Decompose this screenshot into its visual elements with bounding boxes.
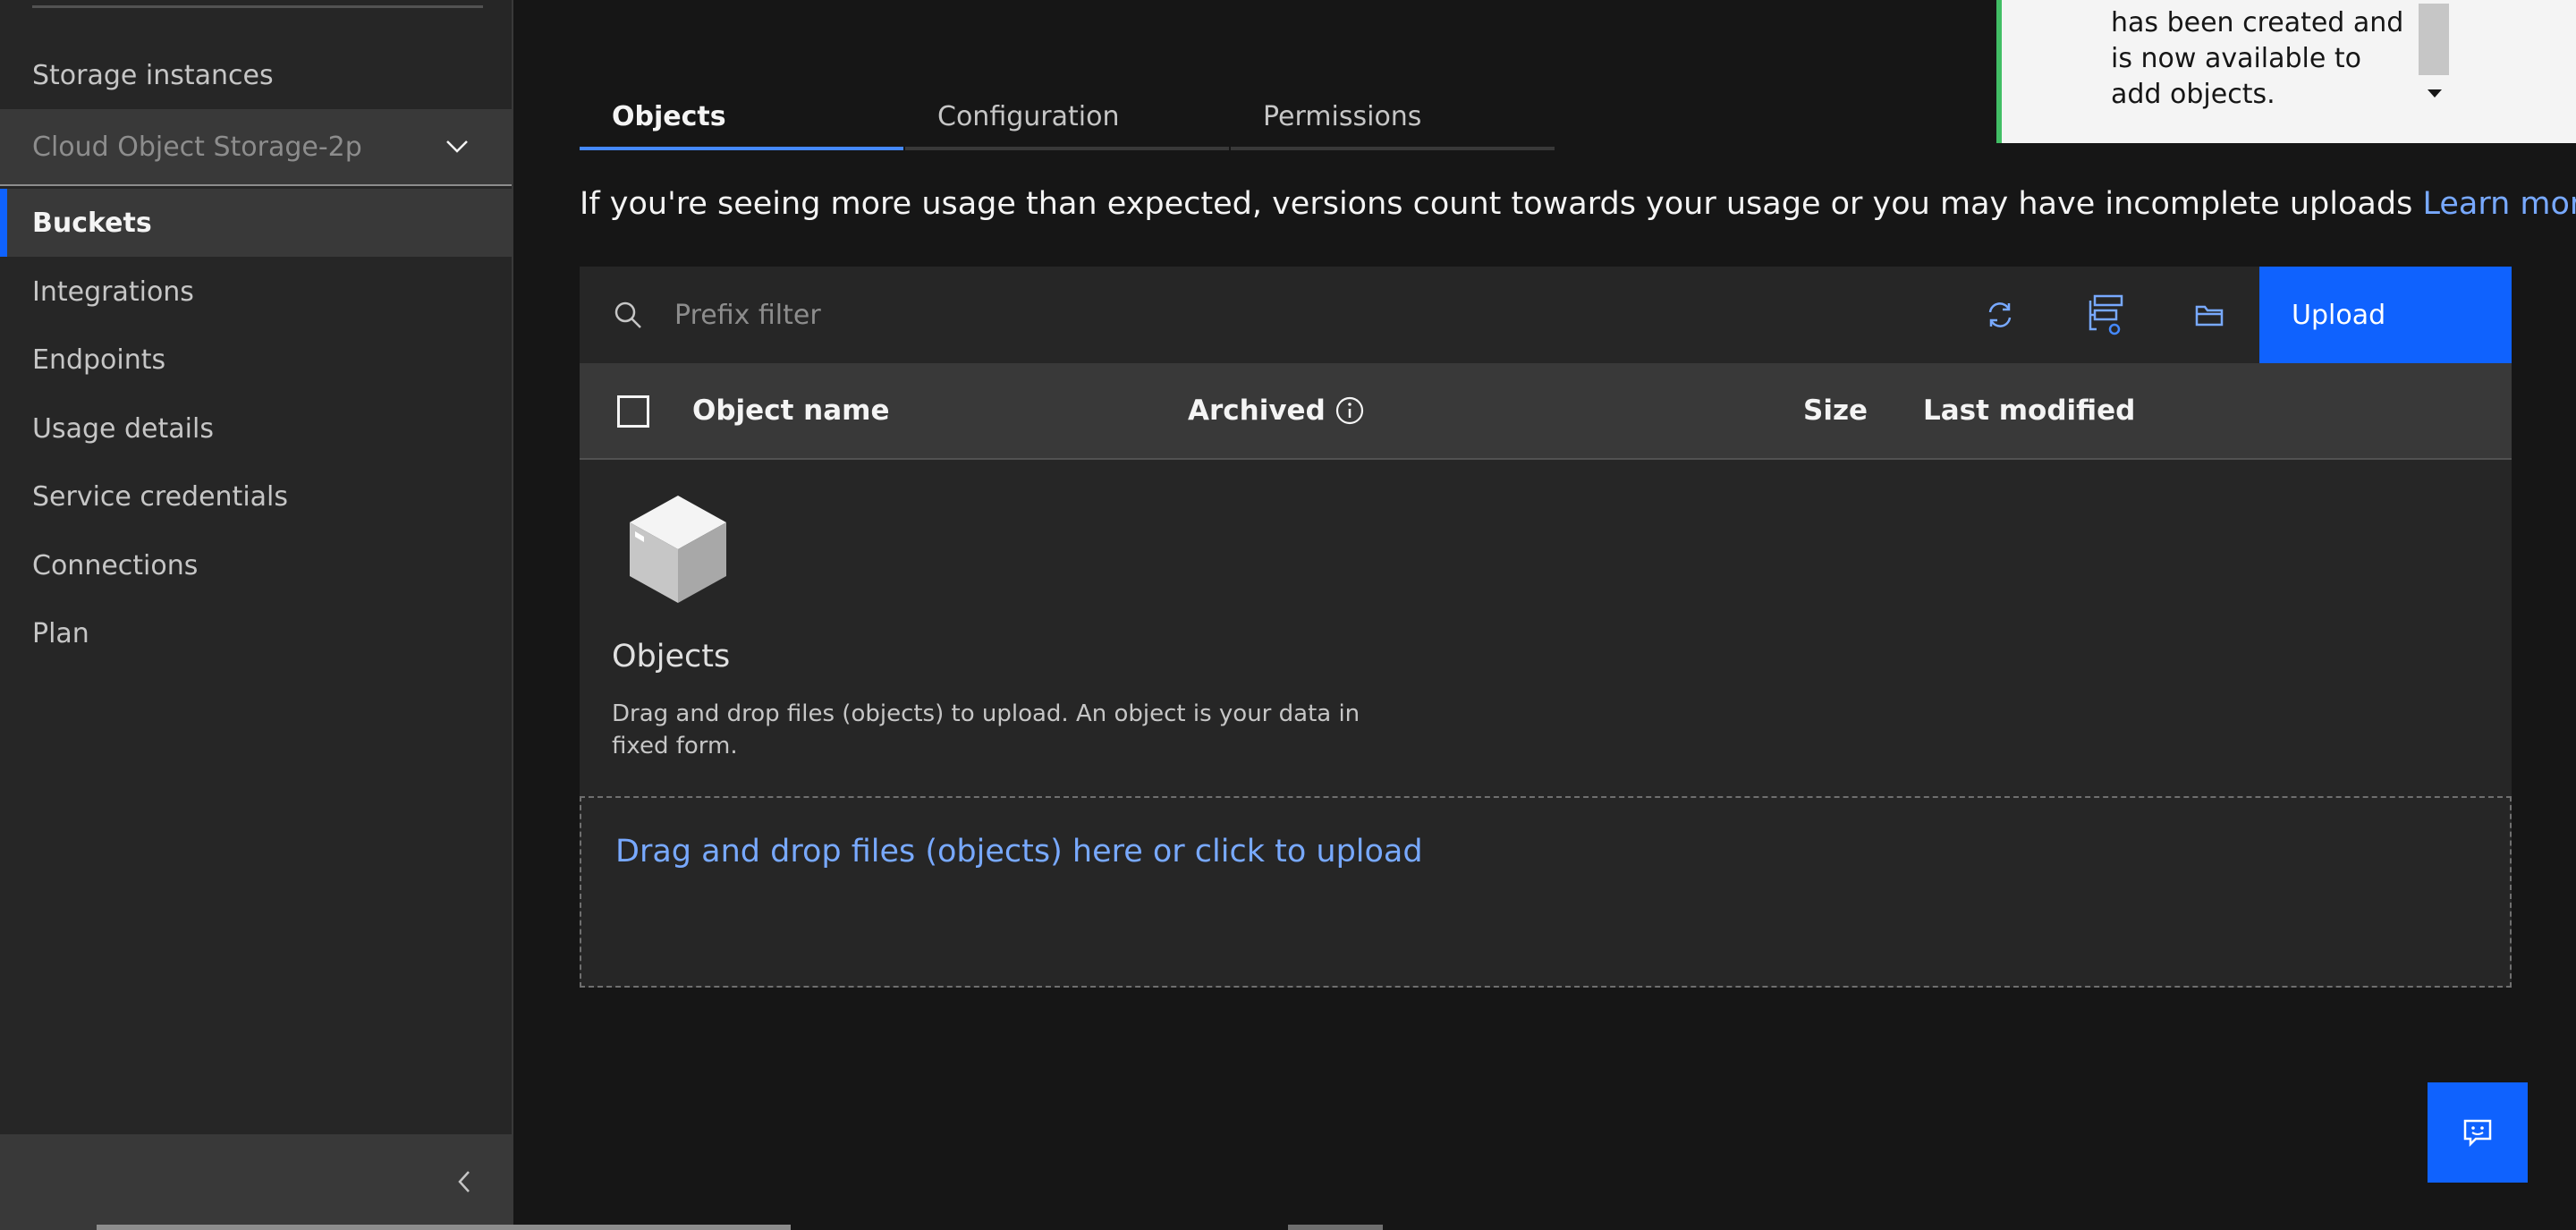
- empty-state: Objects Drag and drop files (objects) to…: [580, 460, 2512, 796]
- instance-selector-label: Cloud Object Storage-2p: [32, 131, 362, 163]
- sidebar-item-label: Integrations: [32, 276, 194, 308]
- sidebar-item-label: Usage details: [32, 412, 214, 445]
- sidebar-item-plan[interactable]: Plan: [0, 599, 512, 667]
- empty-state-description: Drag and drop files (objects) to upload.…: [612, 700, 1360, 759]
- upload-button[interactable]: Upload: [2259, 267, 2512, 363]
- sidebar-item-label: Connections: [32, 549, 199, 581]
- object-cube-icon: [630, 496, 726, 603]
- sidebar-item-integrations[interactable]: Integrations: [0, 258, 512, 326]
- tab-configuration[interactable]: Configuration: [905, 86, 1229, 150]
- sidebar-footer: [0, 1134, 512, 1230]
- tab-objects[interactable]: Objects: [580, 86, 903, 150]
- search-icon: [612, 299, 644, 331]
- active-indicator: [0, 189, 7, 257]
- column-header-label: Archived: [1188, 394, 1326, 427]
- folder-button[interactable]: [2182, 288, 2236, 342]
- chat-icon: [2463, 1119, 2492, 1148]
- notification-scrollbar[interactable]: [2419, 4, 2449, 107]
- upload-button-label: Upload: [2292, 299, 2386, 331]
- tab-label: Objects: [612, 100, 726, 132]
- scrollbar-thumb[interactable]: [2419, 4, 2449, 75]
- usage-info-message: If you're seeing more usage than expecte…: [580, 186, 2576, 222]
- learn-more-link[interactable]: Learn more: [2422, 186, 2576, 222]
- usage-info-text: If you're seeing more usage than expecte…: [580, 186, 2413, 222]
- column-header-object-name[interactable]: Object name: [692, 363, 890, 458]
- tree-view-icon: [2089, 294, 2123, 335]
- scroll-down-arrow-icon[interactable]: [2428, 89, 2442, 98]
- prefix-filter-input[interactable]: [674, 290, 1569, 340]
- sidebar-item-storage-instances[interactable]: Storage instances: [0, 41, 512, 109]
- column-header-label: Size: [1803, 394, 1868, 427]
- tab-permissions[interactable]: Permissions: [1231, 86, 1555, 150]
- column-header-archived[interactable]: Archived: [1188, 363, 1365, 458]
- object-tree-button[interactable]: [2077, 288, 2131, 342]
- refresh-icon: [1988, 302, 2012, 327]
- sidebar-item-service-credentials[interactable]: Service credentials: [0, 462, 512, 530]
- chevron-down-icon: [444, 133, 470, 160]
- sidebar-item-buckets[interactable]: Buckets: [0, 189, 512, 257]
- sidebar: Storage instances Cloud Object Storage-2…: [0, 0, 513, 1230]
- table-header: Object name Archived Size Last modified: [580, 363, 2512, 460]
- sidebar-item-label: Plan: [32, 617, 89, 649]
- upload-dropzone[interactable]: Drag and drop files (objects) here or cl…: [580, 796, 2512, 988]
- column-header-label: Object name: [692, 394, 890, 427]
- collapse-sidebar-button[interactable]: [451, 1168, 478, 1195]
- chevron-left-icon: [458, 1171, 470, 1192]
- tab-label: Configuration: [937, 100, 1120, 132]
- sidebar-item-label: Buckets: [32, 207, 152, 239]
- select-all-checkbox[interactable]: [617, 395, 649, 428]
- notification-message: has been created and is now available to…: [2111, 7, 2404, 110]
- dropzone-label: Drag and drop files (objects) here or cl…: [615, 834, 1423, 869]
- sidebar-item-endpoints[interactable]: Endpoints: [0, 326, 512, 394]
- horizontal-scrollbar-thumb[interactable]: [1288, 1225, 1383, 1230]
- folder-icon: [2195, 305, 2224, 327]
- column-header-last-modified[interactable]: Last modified: [1923, 363, 2135, 458]
- sidebar-item-label: Storage instances: [32, 59, 274, 91]
- info-icon[interactable]: [1335, 395, 1365, 426]
- instance-selector[interactable]: Cloud Object Storage-2p: [0, 109, 512, 186]
- empty-state-title: Objects: [612, 639, 731, 674]
- horizontal-scrollbar[interactable]: [97, 1225, 791, 1230]
- sidebar-item-label: Service credentials: [32, 480, 288, 513]
- tab-list: Objects Configuration Permissions: [580, 86, 1556, 150]
- object-toolbar: Upload: [580, 267, 2512, 363]
- sidebar-item-usage-details[interactable]: Usage details: [0, 394, 512, 462]
- sidebar-item-label: Endpoints: [32, 344, 166, 376]
- sidebar-item-connections[interactable]: Connections: [0, 531, 512, 599]
- column-header-size[interactable]: Size: [1803, 363, 1868, 458]
- tab-label: Permissions: [1263, 100, 1422, 132]
- refresh-button[interactable]: [1973, 288, 2027, 342]
- chat-button[interactable]: [2428, 1082, 2528, 1183]
- success-notification: has been created and is now available to…: [1996, 0, 2576, 143]
- column-header-label: Last modified: [1923, 394, 2136, 427]
- sidebar-divider: [32, 5, 483, 8]
